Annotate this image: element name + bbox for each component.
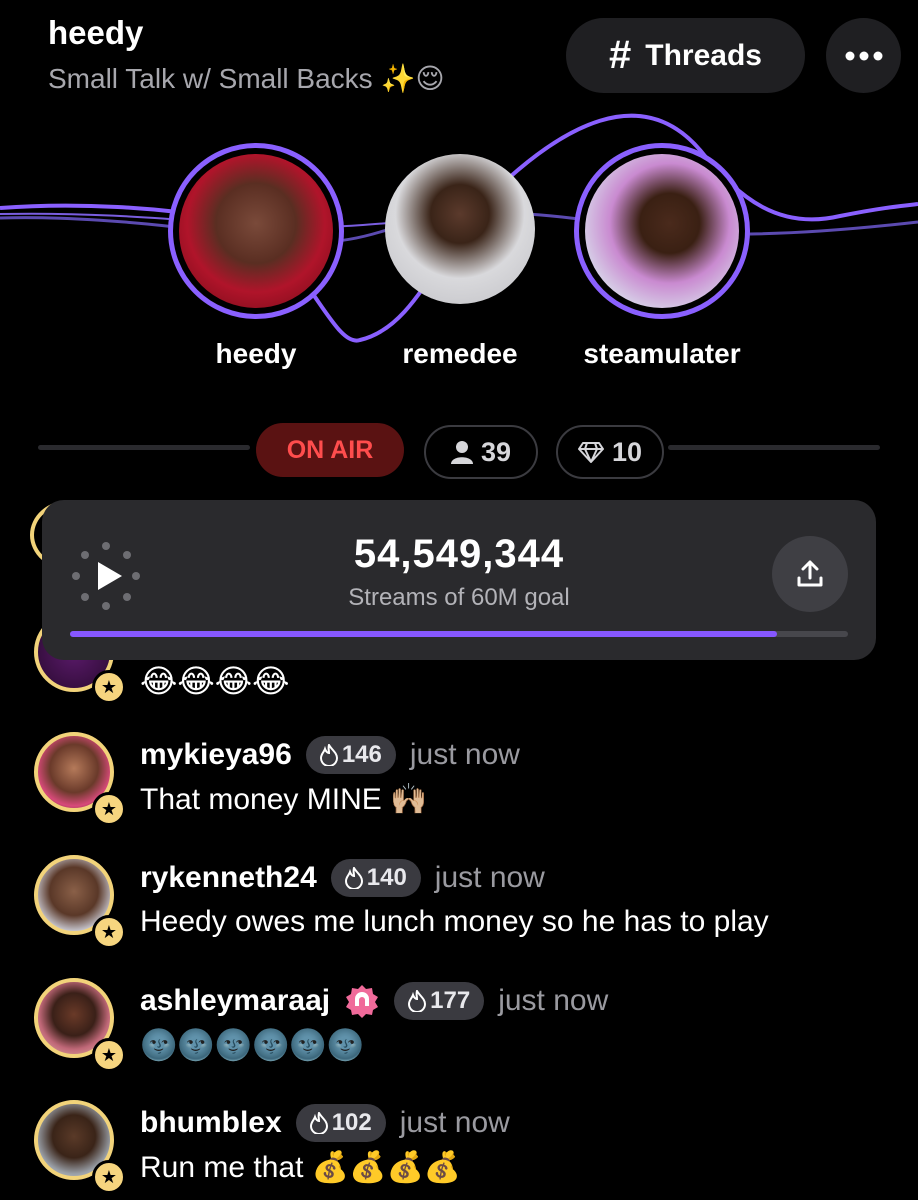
- message-text: 🌚🌚🌚🌚🌚🌚: [140, 1029, 365, 1062]
- fire-icon: [319, 744, 338, 766]
- star-badge-icon: ★: [92, 1160, 126, 1194]
- speaker-avatar-heedy[interactable]: [168, 143, 344, 319]
- speaker-name-steamulater: steamulater: [583, 338, 741, 369]
- partial-message-text: 😂😂😂😂: [140, 663, 290, 699]
- fire-icon: [408, 990, 427, 1012]
- share-button[interactable]: [772, 536, 848, 612]
- speaker-avatar-remedee[interactable]: [385, 154, 535, 304]
- more-options-button[interactable]: [826, 18, 901, 93]
- chat-message: ashleymaraaj 177 just now 🌚🌚🌚🌚🌚🌚: [140, 982, 608, 1063]
- score-value: 140: [366, 864, 407, 891]
- listener-count: 39: [480, 436, 512, 467]
- star-badge-icon: ★: [92, 670, 126, 704]
- chat-message: bhumblex 102 just now Run me that 💰💰💰💰: [140, 1104, 510, 1185]
- speaker-avatar-steamulater[interactable]: [574, 143, 750, 319]
- stream-count: 54,549,344: [353, 532, 565, 576]
- message-username[interactable]: bhumblex: [140, 1106, 282, 1140]
- person-icon: [450, 441, 473, 464]
- share-icon: [797, 560, 823, 587]
- verified-badge-icon: [346, 985, 379, 1018]
- divider-left: [38, 445, 250, 450]
- speaker-name-heedy: heedy: [215, 338, 297, 369]
- score-pill: 146: [305, 736, 396, 774]
- star-badge-icon: ★: [92, 915, 126, 949]
- score-pill: 102: [295, 1104, 386, 1142]
- score-value: 102: [331, 1109, 372, 1136]
- stream-goal-progress-fill: [70, 631, 778, 637]
- message-text: Run me that 💰💰💰💰: [140, 1151, 462, 1184]
- stream-goal-card: 54,549,344 Streams of 60M goal: [42, 500, 876, 660]
- on-air-badge: ON AIR: [256, 423, 404, 477]
- message-text: That money MINE 🙌🏼: [140, 783, 428, 816]
- hashtag-icon: #: [609, 33, 632, 77]
- listener-count-pill[interactable]: 39: [424, 425, 538, 479]
- star-badge-icon: ★: [92, 1038, 126, 1072]
- chat-message: mykieya96 146 just now That money MINE 🙌…: [140, 736, 520, 817]
- threads-label: Threads: [645, 38, 762, 72]
- message-time: just now: [409, 738, 520, 771]
- score-pill: 177: [394, 982, 485, 1020]
- speaker-name-remedee: remedee: [402, 338, 518, 369]
- message-time: just now: [434, 861, 545, 894]
- score-pill: 140: [330, 859, 421, 897]
- stream-goal-label: Streams of 60M goal: [348, 584, 570, 611]
- divider-right: [668, 445, 880, 450]
- score-value: 146: [341, 741, 382, 768]
- message-text: Heedy owes me lunch money so he has to p…: [140, 905, 769, 938]
- star-badge-icon: ★: [92, 792, 126, 826]
- message-username[interactable]: rykenneth24: [140, 861, 317, 895]
- ellipsis-icon: [845, 51, 882, 60]
- room-title: heedy: [48, 14, 144, 51]
- score-value: 177: [430, 987, 471, 1014]
- fire-icon: [344, 867, 363, 889]
- chat-message: rykenneth24 140 just now Heedy owes me l…: [140, 859, 769, 939]
- fire-icon: [309, 1112, 328, 1134]
- gem-count-pill[interactable]: 10: [556, 425, 664, 479]
- diamond-icon: [577, 442, 604, 463]
- message-username[interactable]: ashleymaraaj: [140, 984, 330, 1018]
- message-time: just now: [498, 984, 609, 1017]
- message-username[interactable]: mykieya96: [140, 738, 292, 772]
- gem-count: 10: [611, 436, 643, 467]
- stream-goal-progress-bar: [70, 631, 848, 637]
- threads-button[interactable]: # Threads: [566, 18, 805, 93]
- message-time: just now: [399, 1106, 510, 1139]
